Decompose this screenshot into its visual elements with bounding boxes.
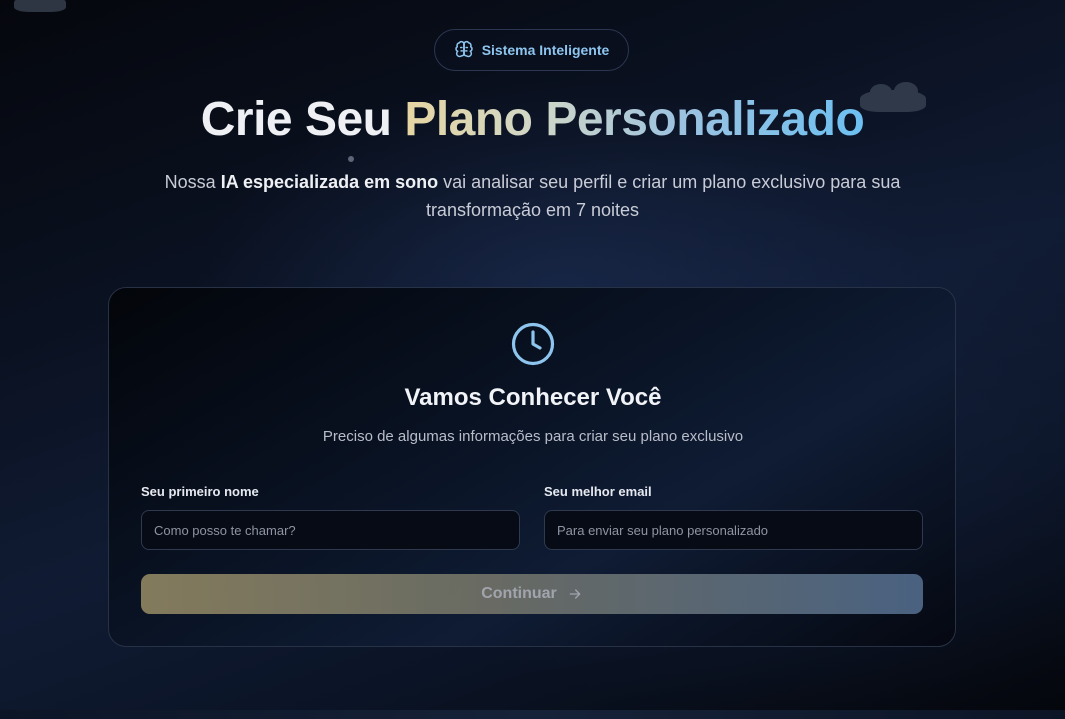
card-title: Vamos Conhecer Você [404, 384, 662, 411]
cloud-decoration [14, 0, 66, 12]
badge-label: Sistema Inteligente [481, 42, 610, 58]
system-badge: Sistema Inteligente [434, 29, 629, 71]
page-title: Crie Seu Plano Personalizado [0, 92, 1065, 148]
clock-icon [510, 321, 556, 367]
subtitle-post: vai analisar seu perfil e criar um plano… [425, 172, 901, 220]
title-part-gradient: Plano Personalizado [404, 93, 865, 146]
subtitle-highlight: IA especializada em sono [220, 172, 439, 192]
star-decoration [348, 156, 354, 162]
continue-button[interactable]: Continuar [141, 574, 923, 614]
name-field-label: Seu primeiro nome [141, 484, 259, 499]
signup-card: Vamos Conhecer Você Preciso de algumas i… [108, 287, 956, 647]
page-subtitle: Nossa IA especializada em sono vai anali… [150, 168, 915, 224]
brain-icon [454, 40, 474, 60]
subtitle-pre: Nossa [164, 172, 221, 192]
continue-button-label: Continuar [481, 585, 557, 602]
arrow-right-icon [567, 586, 583, 602]
email-input[interactable] [544, 510, 923, 550]
email-field-label: Seu melhor email [544, 484, 652, 499]
bottom-edge [0, 710, 1065, 719]
name-input[interactable] [141, 510, 520, 550]
title-part-plain: Crie Seu [200, 93, 405, 146]
card-subtitle: Preciso de algumas informações para cria… [322, 428, 744, 445]
